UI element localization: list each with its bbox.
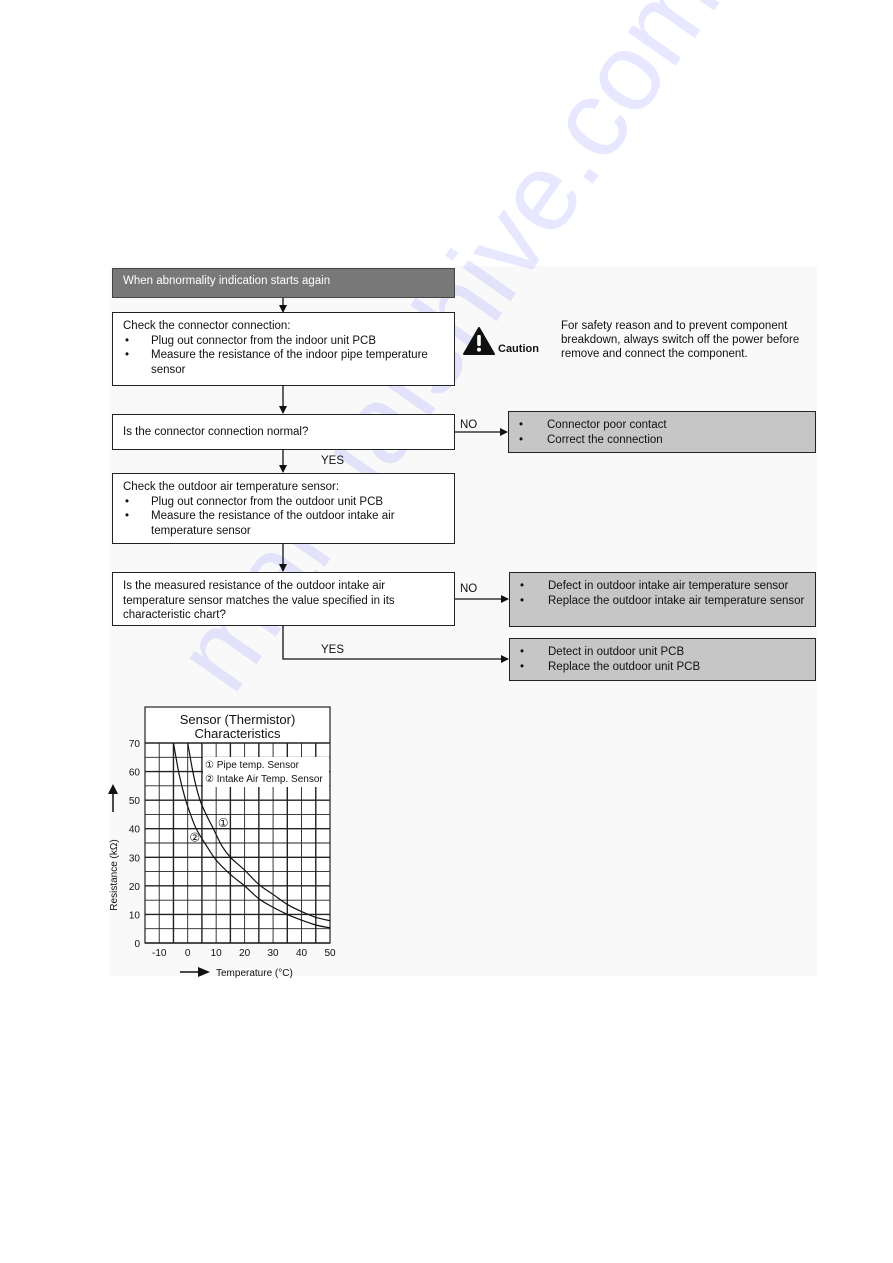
- step1-bullet: Plug out connector from the indoor unit …: [123, 334, 444, 349]
- decision2-yes-label: YES: [321, 644, 345, 656]
- x-tick-label: 50: [324, 948, 336, 959]
- y-tick-label: 20: [129, 882, 141, 893]
- decision1-question: Is the connector connection normal?: [123, 426, 309, 438]
- step2-bullet: Measure the resistance of the outdoor in…: [123, 509, 444, 538]
- series-marker-label: ②: [189, 830, 200, 844]
- y-axis-label: Resistance (kΩ): [109, 839, 120, 910]
- step1-title: Check the connector connection:: [123, 320, 291, 332]
- chart-title-line2: Characteristics: [195, 726, 281, 741]
- step2-title: Check the outdoor air temperature sensor…: [123, 481, 340, 493]
- decision1-no-result-box: Connector poor contact Correct the conne…: [508, 411, 816, 453]
- legend-entry-intake: ② Intake Air Temp. Sensor: [205, 774, 323, 785]
- decision2-box: Is the measured resistance of the outdoo…: [112, 572, 455, 626]
- series-marker-label: ①: [218, 816, 229, 830]
- result-bullet: Replace the outdoor intake air temperatu…: [520, 594, 805, 609]
- result-bullet: Detect in outdoor unit PCB: [520, 645, 805, 660]
- x-tick-label: 30: [268, 948, 280, 959]
- decision1-no-label: NO: [460, 419, 478, 431]
- x-tick-label: -10: [152, 948, 167, 959]
- y-tick-label: 70: [129, 739, 141, 750]
- y-tick-label: 30: [129, 853, 141, 864]
- step2-box: Check the outdoor air temperature sensor…: [112, 473, 455, 544]
- arrow-decision2-yes: [282, 625, 509, 663]
- warning-triangle-icon: [463, 327, 495, 355]
- x-axis-arrow: [180, 967, 210, 977]
- y-tick-label: 10: [129, 910, 141, 921]
- start-box: When abnormality indication starts again: [112, 268, 455, 298]
- decision2-yes-result-box: Detect in outdoor unit PCB Replace the o…: [509, 638, 816, 681]
- decision1-box: Is the connector connection normal?: [112, 414, 455, 450]
- step1-box: Check the connector connection: Plug out…: [112, 312, 455, 386]
- y-tick-label: 60: [129, 768, 141, 779]
- decision2-no-label: NO: [460, 583, 478, 595]
- decision2-question: Is the measured resistance of the outdoo…: [123, 580, 395, 621]
- result-bullet: Correct the connection: [519, 433, 805, 448]
- start-label: When abnormality indication starts again: [123, 275, 331, 287]
- caution-label: Caution: [498, 343, 539, 355]
- caution-text: For safety reason and to prevent compone…: [561, 320, 800, 360]
- x-axis-label: Temperature (°C): [216, 968, 293, 979]
- y-tick-label: 0: [134, 939, 140, 950]
- step2-bullet: Plug out connector from the outdoor unit…: [123, 495, 444, 510]
- legend-entry-pipe: ① Pipe temp. Sensor: [205, 760, 300, 771]
- result-bullet: Replace the outdoor unit PCB: [520, 660, 805, 675]
- x-tick-label: 20: [239, 948, 251, 959]
- result-bullet: Defect in outdoor intake air temperature…: [520, 579, 805, 594]
- y-tick-label: 40: [129, 825, 141, 836]
- x-tick-label: 10: [211, 948, 223, 959]
- x-tick-label: 40: [296, 948, 308, 959]
- decision1-yes-label: YES: [321, 455, 345, 467]
- x-tick-label: 0: [185, 948, 191, 959]
- result-bullet: Connector poor contact: [519, 418, 805, 433]
- flow-connectors: [279, 297, 509, 663]
- chart-title-line1: Sensor (Thermistor): [180, 712, 296, 727]
- sensor-characteristics-chart: Sensor (Thermistor) Characteristics -10 0…: [108, 706, 336, 979]
- y-tick-label: 50: [129, 796, 141, 807]
- step1-bullet: Measure the resistance of the indoor pip…: [123, 348, 444, 377]
- decision2-no-result-box: Defect in outdoor intake air temperature…: [509, 572, 816, 627]
- y-axis-arrow: [108, 784, 118, 812]
